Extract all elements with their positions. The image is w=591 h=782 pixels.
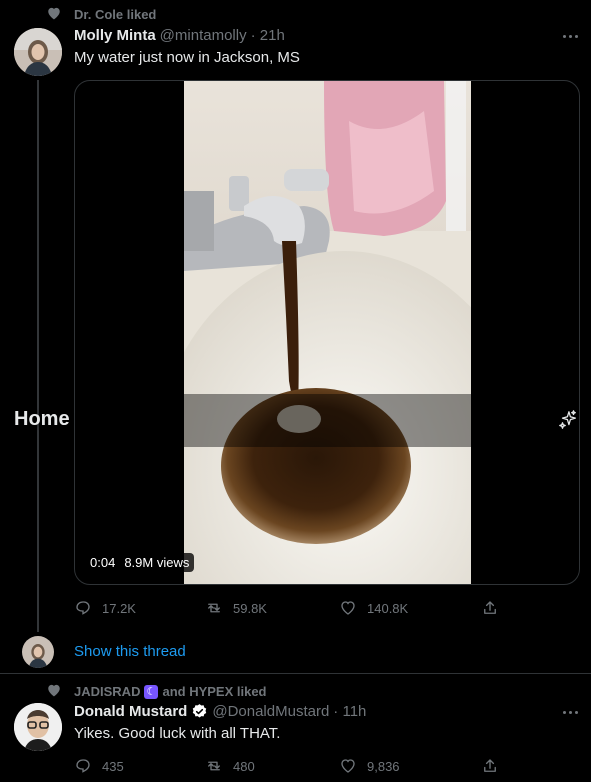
thread-line bbox=[37, 80, 39, 632]
social-context: JADISRAD ☾ and HYPEX liked bbox=[74, 684, 267, 699]
tweet-text: My water just now in Jackson, MS bbox=[74, 49, 300, 66]
timestamp[interactable]: · 21h bbox=[251, 27, 285, 44]
like-icon bbox=[341, 601, 355, 615]
sparkle-icon[interactable] bbox=[557, 409, 579, 431]
reply-icon bbox=[76, 759, 90, 773]
like-count: 140.8K bbox=[367, 600, 409, 616]
tweet-header: Donald Mustard @DonaldMustard · 11h bbox=[74, 703, 366, 720]
share-button[interactable] bbox=[481, 757, 499, 775]
page-title: Home bbox=[14, 408, 70, 430]
timestamp[interactable]: · 11h bbox=[333, 703, 366, 720]
share-button[interactable] bbox=[481, 599, 499, 617]
more-icon[interactable] bbox=[563, 711, 578, 714]
show-thread-link[interactable]: Show this thread bbox=[74, 643, 186, 660]
tweet-text: Yikes. Good luck with all THAT. bbox=[74, 725, 281, 742]
retweet-button[interactable]: 59.8K bbox=[205, 599, 267, 617]
author-name[interactable]: Donald Mustard bbox=[74, 703, 187, 720]
video-frame bbox=[184, 81, 471, 584]
home-header: Home bbox=[0, 393, 591, 446]
reply-icon bbox=[76, 601, 90, 615]
like-button[interactable]: 140.8K bbox=[339, 599, 408, 617]
avatar[interactable] bbox=[14, 703, 62, 751]
reply-count: 17.2K bbox=[102, 600, 136, 616]
more-icon[interactable] bbox=[563, 35, 578, 38]
retweet-count: 59.8K bbox=[233, 600, 267, 616]
context-user[interactable]: JADISRAD bbox=[74, 684, 140, 699]
video-timestamp: 0:04 bbox=[90, 555, 116, 570]
like-count: 9,836 bbox=[367, 758, 400, 774]
author-handle[interactable]: @DonaldMustard bbox=[212, 703, 329, 720]
author-name[interactable]: Molly Minta bbox=[74, 27, 156, 44]
purple-badge-icon: ☾ bbox=[144, 684, 159, 699]
divider bbox=[0, 673, 591, 674]
share-icon bbox=[484, 759, 496, 772]
reply-button[interactable]: 435 bbox=[74, 757, 124, 775]
social-context: Dr. Cole liked bbox=[74, 7, 157, 22]
retweet-icon bbox=[208, 761, 220, 771]
heart-icon bbox=[48, 684, 60, 697]
video-player[interactable]: 0:04 8.9M views bbox=[74, 80, 580, 585]
video-views: 8.9M views bbox=[124, 555, 190, 570]
verified-badge-icon bbox=[193, 704, 207, 718]
avatar[interactable] bbox=[14, 28, 62, 76]
author-handle[interactable]: @mintamolly bbox=[160, 27, 247, 44]
reply-button[interactable]: 17.2K bbox=[74, 599, 136, 617]
context-liked: and HYPEX liked bbox=[162, 684, 267, 699]
retweet-button[interactable]: 480 bbox=[205, 757, 255, 775]
tweet-header: Molly Minta @mintamolly · 21h bbox=[74, 27, 285, 44]
retweet-icon bbox=[208, 603, 220, 613]
video-meta-badge: 0:04 8.9M views bbox=[85, 553, 195, 572]
reply-count: 435 bbox=[102, 758, 124, 774]
thread-avatar[interactable] bbox=[22, 636, 54, 668]
share-icon bbox=[484, 601, 496, 614]
heart-icon bbox=[48, 7, 60, 20]
retweet-count: 480 bbox=[233, 758, 255, 774]
like-button[interactable]: 9,836 bbox=[339, 757, 400, 775]
like-icon bbox=[341, 759, 355, 773]
